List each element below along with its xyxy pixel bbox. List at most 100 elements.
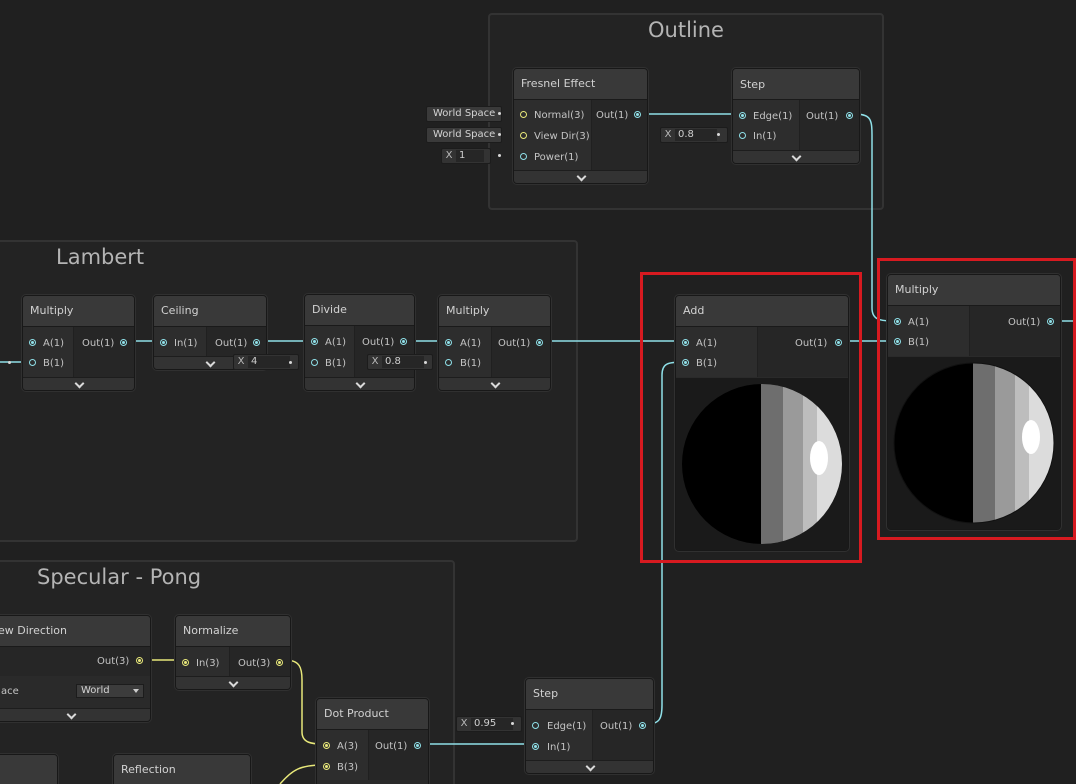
- b-port[interactable]: [445, 359, 452, 366]
- group-lambert[interactable]: Lambert: [0, 240, 578, 542]
- b-port[interactable]: [29, 359, 36, 366]
- node-multiply-2[interactable]: Multiply A(1) B(1) Out(1): [438, 295, 551, 391]
- port-label: In(1): [547, 742, 571, 753]
- chevron-down-icon[interactable]: [205, 357, 215, 369]
- node-footer[interactable]: [176, 676, 290, 689]
- shader-graph-canvas[interactable]: Outline Lambert Specular - Pong World Sp…: [0, 0, 1076, 784]
- port-label: Out(1): [215, 338, 248, 349]
- port-label: Out(1): [362, 337, 395, 348]
- viewdir-port[interactable]: [520, 132, 527, 139]
- node-normalize[interactable]: Normalize In(3) Out(3): [175, 615, 291, 690]
- port-label: B(1): [43, 358, 65, 369]
- node-title: Divide: [305, 295, 414, 326]
- out-port[interactable]: [253, 339, 260, 346]
- power-port[interactable]: [520, 153, 527, 160]
- node-title: Step: [526, 679, 653, 710]
- b-value: 0.8: [382, 356, 424, 368]
- node-step-specular[interactable]: Step Edge(1) In(1) Out(1): [525, 678, 654, 774]
- chevron-down-icon[interactable]: [585, 761, 595, 773]
- chevron-down-icon[interactable]: [66, 709, 76, 721]
- in-port[interactable]: [160, 339, 167, 346]
- node-title: Normalize: [176, 616, 290, 647]
- node-partial[interactable]: [0, 754, 58, 784]
- node-step-outline[interactable]: Step Edge(1) In(1) Out(1): [732, 68, 860, 164]
- port-label: Edge(1): [547, 721, 587, 732]
- a-port[interactable]: [29, 339, 36, 346]
- b-port[interactable]: [311, 359, 318, 366]
- port-label: In(1): [174, 338, 198, 349]
- output-column: [592, 710, 653, 760]
- port-label: A(1): [460, 338, 482, 349]
- space-dropdown[interactable]: World: [76, 684, 144, 698]
- node-footer[interactable]: [0, 708, 150, 721]
- node-view-direction[interactable]: ew Direction Out(3) ace World: [0, 615, 151, 722]
- out-port[interactable]: [414, 742, 421, 749]
- out-port[interactable]: [120, 339, 127, 346]
- node-footer[interactable]: [305, 377, 414, 390]
- a-port[interactable]: [311, 338, 318, 345]
- node-title: Reflection: [114, 755, 250, 784]
- edge-port[interactable]: [532, 722, 539, 729]
- node-dot-product[interactable]: Dot Product A(3) B(3) Out(1): [316, 698, 429, 784]
- chevron-down-icon[interactable]: [228, 677, 238, 689]
- power-value-field[interactable]: X1: [441, 148, 491, 164]
- port-label: In(3): [196, 658, 220, 669]
- chevron-down-icon[interactable]: [355, 378, 365, 390]
- node-footer[interactable]: [526, 760, 653, 773]
- out-port[interactable]: [639, 722, 646, 729]
- node-title: Ceiling: [154, 296, 266, 327]
- b-port[interactable]: [323, 763, 330, 770]
- space-dropdown-value: World: [81, 685, 110, 696]
- highlight-multiply-node: [877, 258, 1076, 540]
- port-label: Out(3): [97, 656, 130, 667]
- b-label: X: [371, 356, 379, 367]
- in-port[interactable]: [182, 659, 189, 666]
- node-footer[interactable]: [439, 377, 550, 390]
- port-label: Out(1): [82, 338, 115, 349]
- a-port[interactable]: [323, 742, 330, 749]
- port-label: Power(1): [534, 152, 579, 163]
- node-footer[interactable]: [514, 170, 647, 183]
- group-title: Outline: [648, 18, 724, 42]
- chevron-down-icon[interactable]: [490, 378, 500, 390]
- in-port[interactable]: [739, 132, 746, 139]
- normal-space-field[interactable]: World Space: [426, 106, 503, 122]
- port-label: Out(1): [498, 338, 531, 349]
- port-label: Normal(3): [534, 110, 585, 121]
- node-fresnel-effect[interactable]: Fresnel Effect Normal(3) View Dir(3) Pow…: [513, 68, 648, 184]
- node-title: Dot Product: [317, 699, 428, 730]
- node-title: Multiply: [439, 296, 550, 327]
- out-port[interactable]: [634, 111, 641, 118]
- out-port[interactable]: [136, 657, 143, 664]
- port-label: Out(1): [600, 721, 633, 732]
- a-port[interactable]: [445, 339, 452, 346]
- out-port[interactable]: [846, 112, 853, 119]
- normal-port[interactable]: [520, 111, 527, 118]
- chevron-down-icon[interactable]: [74, 378, 84, 390]
- node-footer[interactable]: [23, 377, 134, 390]
- output-column: [368, 730, 428, 780]
- power-value: 1: [456, 150, 484, 162]
- node-multiply-1[interactable]: Multiply A(1) B(1) Out(1): [22, 295, 135, 391]
- out-port[interactable]: [276, 659, 283, 666]
- node-reflection[interactable]: Reflection: [113, 754, 251, 784]
- viewdir-space-field[interactable]: World Space: [426, 127, 503, 143]
- node-divide[interactable]: Divide A(1) B(1) Out(1): [304, 294, 415, 391]
- out-port[interactable]: [400, 338, 407, 345]
- power-label: X: [445, 150, 453, 161]
- port-label: Out(1): [375, 741, 408, 752]
- chevron-down-icon[interactable]: [791, 151, 801, 163]
- chevron-down-icon[interactable]: [576, 171, 586, 183]
- in-port[interactable]: [532, 743, 539, 750]
- edge-label: X: [460, 718, 468, 729]
- port-label: Edge(1): [753, 111, 793, 122]
- b-value: 4: [248, 356, 290, 368]
- connector-dot: [424, 361, 427, 364]
- out-port[interactable]: [536, 339, 543, 346]
- space-label: ace: [1, 686, 19, 697]
- highlight-add-node: [640, 272, 862, 563]
- node-footer[interactable]: [733, 150, 859, 163]
- group-title: Specular - Pong: [37, 565, 202, 589]
- edge-port[interactable]: [739, 112, 746, 119]
- edge-label: X: [664, 129, 672, 140]
